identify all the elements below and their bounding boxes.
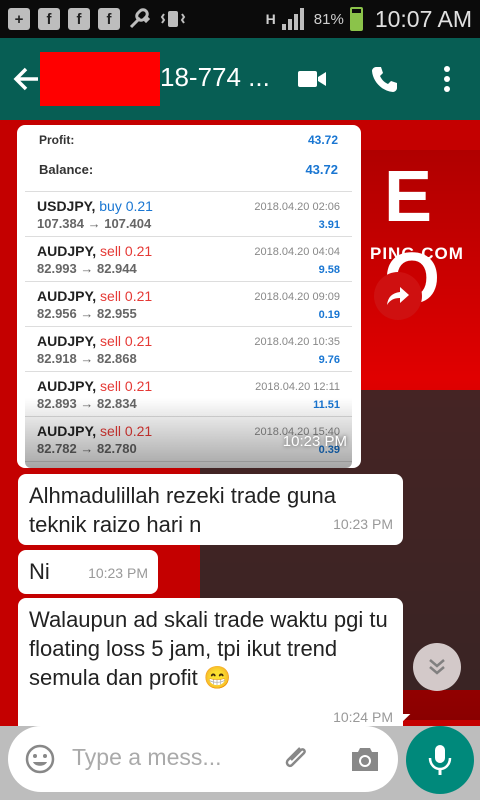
message-bubble[interactable]: Alhmadulillah rezeki trade guna teknik r… [18, 474, 403, 545]
profit-value: 43.72 [307, 133, 338, 147]
trade-symbol: AUDJPY, [37, 288, 97, 304]
composer-bar: Type a mess... [0, 726, 480, 800]
trade-date: 2018.04.20 09:09 [254, 291, 340, 303]
balance-row: Balance: 43.72 [25, 147, 352, 192]
profit-row: Profit: 43.72 [25, 125, 352, 147]
chat-header: 18-774 ... [0, 38, 480, 120]
emoji-icon[interactable] [24, 743, 56, 775]
trade-profit: 9.76 [318, 354, 340, 366]
double-chevron-down-icon [429, 659, 445, 675]
scroll-to-bottom-button[interactable] [413, 643, 461, 691]
more-vert-icon[interactable] [432, 64, 462, 94]
clock: 10:07 AM [374, 5, 472, 32]
video-call-icon[interactable] [296, 64, 328, 94]
redacted-contact-name [40, 52, 160, 106]
trade-symbol: USDJPY, [37, 198, 96, 214]
trade-row: USDJPY, buy 0.21 107.384 → 107.404 2018.04… [25, 192, 352, 237]
message-time: 10:24 PM [333, 709, 393, 725]
back-arrow-icon[interactable] [12, 64, 42, 94]
message-text: Walaupun ad skali trade waktu pgi tu flo… [29, 607, 388, 690]
profit-label: Profit: [39, 133, 75, 147]
balance-label: Balance: [39, 161, 94, 177]
battery-percent: 81% [313, 10, 344, 28]
vibrate-icon [160, 11, 186, 27]
status-bar: + f f f H 81% 10:07 AM [0, 0, 480, 38]
facebook-icon: f [38, 8, 60, 30]
attach-icon[interactable] [280, 742, 312, 774]
status-indicators: H 81% 10:07 AM [266, 0, 472, 38]
forward-icon [387, 287, 409, 305]
trade-row: AUDJPY, sell 0.21 82.956 → 82.955 2018.04.… [25, 282, 352, 327]
trade-date: 2018.04.20 12:11 [255, 381, 340, 393]
trade-direction: buy 0.21 [99, 198, 153, 214]
forward-button[interactable] [374, 272, 422, 320]
trade-direction: sell 0.21 [100, 333, 153, 349]
signal-icon [281, 8, 308, 30]
trade-row: AUDJPY, sell 0.21 82.993 → 82.944 2018.04.… [25, 237, 352, 282]
trade-direction: sell 0.21 [100, 288, 153, 304]
plus-icon: + [8, 8, 30, 30]
message-time: 10:23 PM [282, 433, 347, 450]
facebook-icon: f [98, 8, 120, 30]
trade-prices: 82.993 → 82.944 [37, 261, 137, 276]
wallpaper-url: PING.COM [370, 244, 464, 263]
mic-icon [428, 745, 452, 775]
trade-direction: sell 0.21 [100, 243, 153, 259]
trade-prices: 82.956 → 82.955 [37, 306, 137, 321]
trade-symbol: AUDJPY, [37, 243, 97, 259]
trade-symbol: AUDJPY, [37, 378, 97, 394]
balance-value: 43.72 [305, 161, 338, 177]
image-message[interactable]: Profit: 43.72 Balance: 43.72 USDJPY, buy… [17, 125, 361, 468]
message-time: 10:23 PM [333, 516, 393, 532]
camera-icon[interactable] [348, 743, 382, 775]
message-input[interactable]: Type a mess... [72, 744, 222, 771]
chat-area[interactable]: E O PING.COM TEKNIK SCALP Profit: 43.72 … [0, 120, 480, 726]
message-input-container[interactable]: Type a mess... [8, 726, 398, 792]
trade-profit: 3.91 [318, 219, 340, 231]
battery-icon [349, 7, 363, 31]
phone-icon[interactable] [368, 64, 400, 94]
trade-date: 2018.04.20 04:04 [254, 246, 340, 258]
message-bubble[interactable]: Ni 10:23 PM [18, 550, 158, 594]
trade-profit: 9.58 [318, 264, 340, 276]
trade-date: 2018.04.20 10:35 [254, 336, 340, 348]
network-type: H [265, 11, 276, 27]
message-text: Alhmadulillah rezeki trade guna teknik r… [29, 483, 336, 537]
trade-symbol: AUDJPY, [37, 333, 97, 349]
wrench-icon [129, 8, 151, 29]
message-bubble[interactable]: Walaupun ad skali trade waktu pgi tu flo… [18, 598, 403, 726]
trade-profit: 0.19 [318, 309, 340, 321]
trade-date: 2018.04.20 02:06 [254, 201, 340, 213]
trade-prices: 82.918 → 82.868 [37, 351, 137, 366]
facebook-icon: f [68, 8, 90, 30]
contact-name[interactable]: 18-774 ... [160, 62, 270, 93]
trade-prices: 107.384 → 107.404 [37, 216, 152, 231]
trade-direction: sell 0.21 [100, 378, 153, 394]
trade-row: AUDJPY, sell 0.21 82.918 → 82.868 2018.04.… [25, 327, 352, 372]
notification-icons: + f f f [0, 7, 186, 31]
mic-button[interactable] [406, 726, 474, 794]
message-time: 10:23 PM [88, 565, 148, 581]
